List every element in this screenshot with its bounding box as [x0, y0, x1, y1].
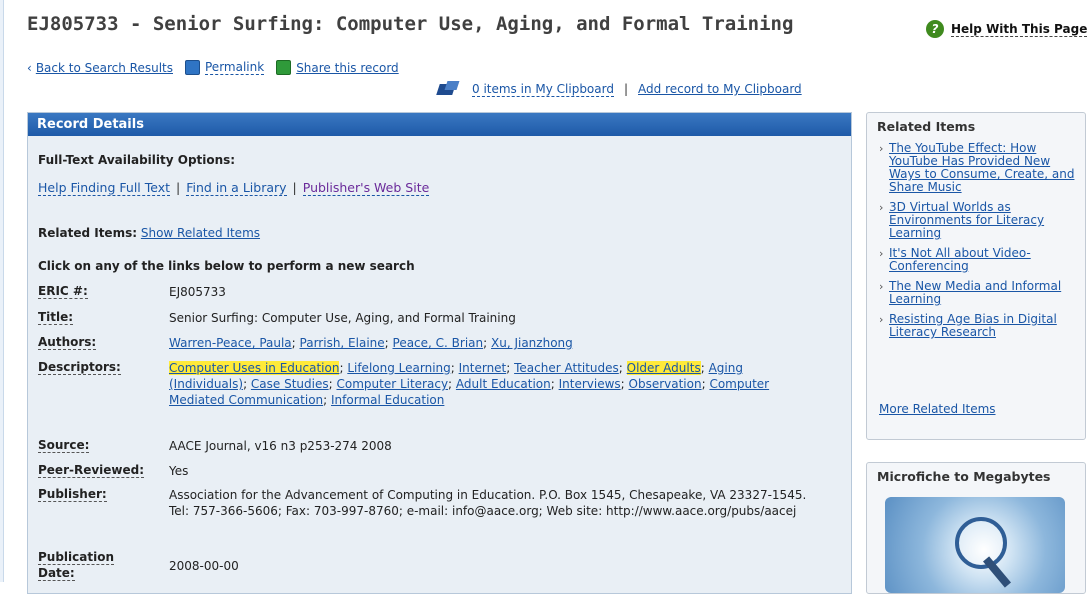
- sidebar-related-heading: Related Items: [877, 119, 976, 134]
- publisher-value: Association for the Advancement of Compu…: [169, 488, 807, 518]
- authors-value: Warren-Peace, Paula; Parrish, Elaine; Pe…: [169, 336, 573, 350]
- list-item: › It's Not All about Video-Conferencing: [867, 247, 1079, 273]
- magnifier-icon: [955, 517, 1007, 569]
- descriptor-link[interactable]: Observation: [629, 377, 702, 391]
- publisher-website-link[interactable]: Publisher's Web Site: [302, 180, 430, 196]
- descriptor-link[interactable]: Teacher Attitudes: [514, 361, 619, 375]
- pubdate-value: 2008-00-00: [169, 559, 239, 573]
- descriptor-link[interactable]: Older Adults: [626, 361, 701, 375]
- record-details-panel: Record Details Full-Text Availability Op…: [27, 112, 852, 594]
- related-item-link[interactable]: It's Not All about Video-Conferencing: [889, 246, 1031, 273]
- descriptors-label: Descriptors:: [38, 360, 121, 375]
- clipboard-separator: |: [623, 82, 629, 96]
- list-item: › 3D Virtual Worlds as Environments for L…: [867, 201, 1079, 240]
- author-link[interactable]: Warren-Peace, Paula: [169, 336, 292, 350]
- descriptor-link[interactable]: Interviews: [559, 377, 621, 391]
- list-item: › The YouTube Effect: How YouTube Has Pro…: [867, 142, 1079, 194]
- help-link[interactable]: ? Help With This Page: [926, 20, 1088, 38]
- descriptor-link[interactable]: Adult Education: [456, 377, 551, 391]
- title-label: Title:: [38, 310, 74, 325]
- record-details-heading: Record Details: [28, 113, 851, 136]
- clipboard-icon: [436, 81, 462, 97]
- fulltext-links: Help Finding Full Text | Find in a Library…: [38, 180, 430, 196]
- related-item-link[interactable]: The New Media and Informal Learning: [889, 279, 1061, 306]
- related-item-link[interactable]: Resisting Age Bias in Digital Literacy R…: [889, 312, 1057, 339]
- related-items-sidebar: Related Items › The YouTube Effect: How Y…: [866, 112, 1086, 440]
- list-item: › Resisting Age Bias in Digital Literacy …: [867, 313, 1079, 339]
- peer-reviewed-value: Yes: [169, 464, 189, 478]
- promo-heading: Microfiche to Megabytes: [877, 469, 1051, 484]
- bullet-icon: ›: [879, 280, 884, 293]
- eric-label: ERIC #:: [38, 284, 88, 299]
- share-record-link[interactable]: Share this record: [296, 61, 399, 75]
- author-link[interactable]: Peace, C. Brian: [393, 336, 484, 350]
- descriptor-link[interactable]: Computer Uses in Education: [169, 361, 340, 375]
- bullet-icon: ›: [879, 313, 884, 326]
- source-value: AACE Journal, v16 n3 p253-274 2008: [169, 439, 392, 453]
- page-title: EJ805733 - Senior Surfing: Computer Use,…: [27, 13, 794, 35]
- left-edge-strip: [0, 0, 4, 582]
- descriptor-link[interactable]: Case Studies: [251, 377, 329, 391]
- clipboard-count-link[interactable]: 0 items in My Clipboard: [472, 82, 614, 97]
- descriptor-link[interactable]: Informal Education: [331, 393, 444, 407]
- related-items-line: Related Items: Show Related Items: [38, 226, 260, 240]
- source-label: Source:: [38, 438, 90, 453]
- help-finding-fulltext-link[interactable]: Help Finding Full Text: [38, 180, 171, 196]
- fulltext-heading: Full-Text Availability Options:: [38, 153, 236, 167]
- share-icon: [276, 60, 292, 75]
- help-label: Help With This Page: [951, 21, 1088, 37]
- chevron-left-icon: ‹: [27, 60, 32, 75]
- sidebar-related-list: › The YouTube Effect: How YouTube Has Pro…: [867, 142, 1085, 339]
- related-item-link[interactable]: 3D Virtual Worlds as Environments for Li…: [889, 200, 1044, 240]
- peer-reviewed-label: Peer-Reviewed:: [38, 463, 145, 478]
- pubdate-label: Publication Date:: [38, 550, 115, 581]
- related-item-link[interactable]: The YouTube Effect: How YouTube Has Prov…: [889, 141, 1074, 194]
- publisher-label: Publisher:: [38, 487, 107, 502]
- eric-value: EJ805733: [169, 285, 226, 299]
- list-item: › The New Media and Informal Learning: [867, 280, 1079, 306]
- bullet-icon: ›: [879, 201, 884, 214]
- related-items-label: Related Items:: [38, 226, 138, 240]
- permalink-link[interactable]: Permalink: [205, 60, 265, 75]
- authors-label: Authors:: [38, 335, 97, 350]
- clipboard-bar: 0 items in My Clipboard | Add record to …: [436, 81, 802, 97]
- descriptor-link[interactable]: Internet: [459, 361, 507, 375]
- bullet-icon: ›: [879, 247, 884, 260]
- back-to-results-link[interactable]: Back to Search Results: [36, 61, 173, 75]
- search-instruction: Click on any of the links below to perfo…: [38, 259, 415, 273]
- promo-image[interactable]: [885, 497, 1065, 593]
- descriptor-link[interactable]: Lifelong Learning: [347, 361, 450, 375]
- author-link[interactable]: Xu, Jianzhong: [491, 336, 573, 350]
- add-to-clipboard-link[interactable]: Add record to My Clipboard: [638, 82, 802, 96]
- author-link[interactable]: Parrish, Elaine: [300, 336, 385, 350]
- title-value: Senior Surfing: Computer Use, Aging, and…: [169, 311, 516, 325]
- find-in-library-link[interactable]: Find in a Library: [186, 180, 287, 196]
- bullet-icon: ›: [879, 142, 884, 155]
- descriptor-link[interactable]: Computer Literacy: [336, 377, 448, 391]
- help-icon: ?: [926, 20, 944, 38]
- promo-sidebar: Microfiche to Megabytes: [866, 462, 1086, 594]
- descriptors-value: Computer Uses in Education; Lifelong Lea…: [169, 361, 770, 407]
- record-nav: ‹ Back to Search Results Permalink Share…: [27, 60, 399, 75]
- permalink-icon: [185, 60, 200, 75]
- more-related-items-link[interactable]: More Related Items: [879, 402, 996, 416]
- show-related-items-link[interactable]: Show Related Items: [141, 226, 260, 240]
